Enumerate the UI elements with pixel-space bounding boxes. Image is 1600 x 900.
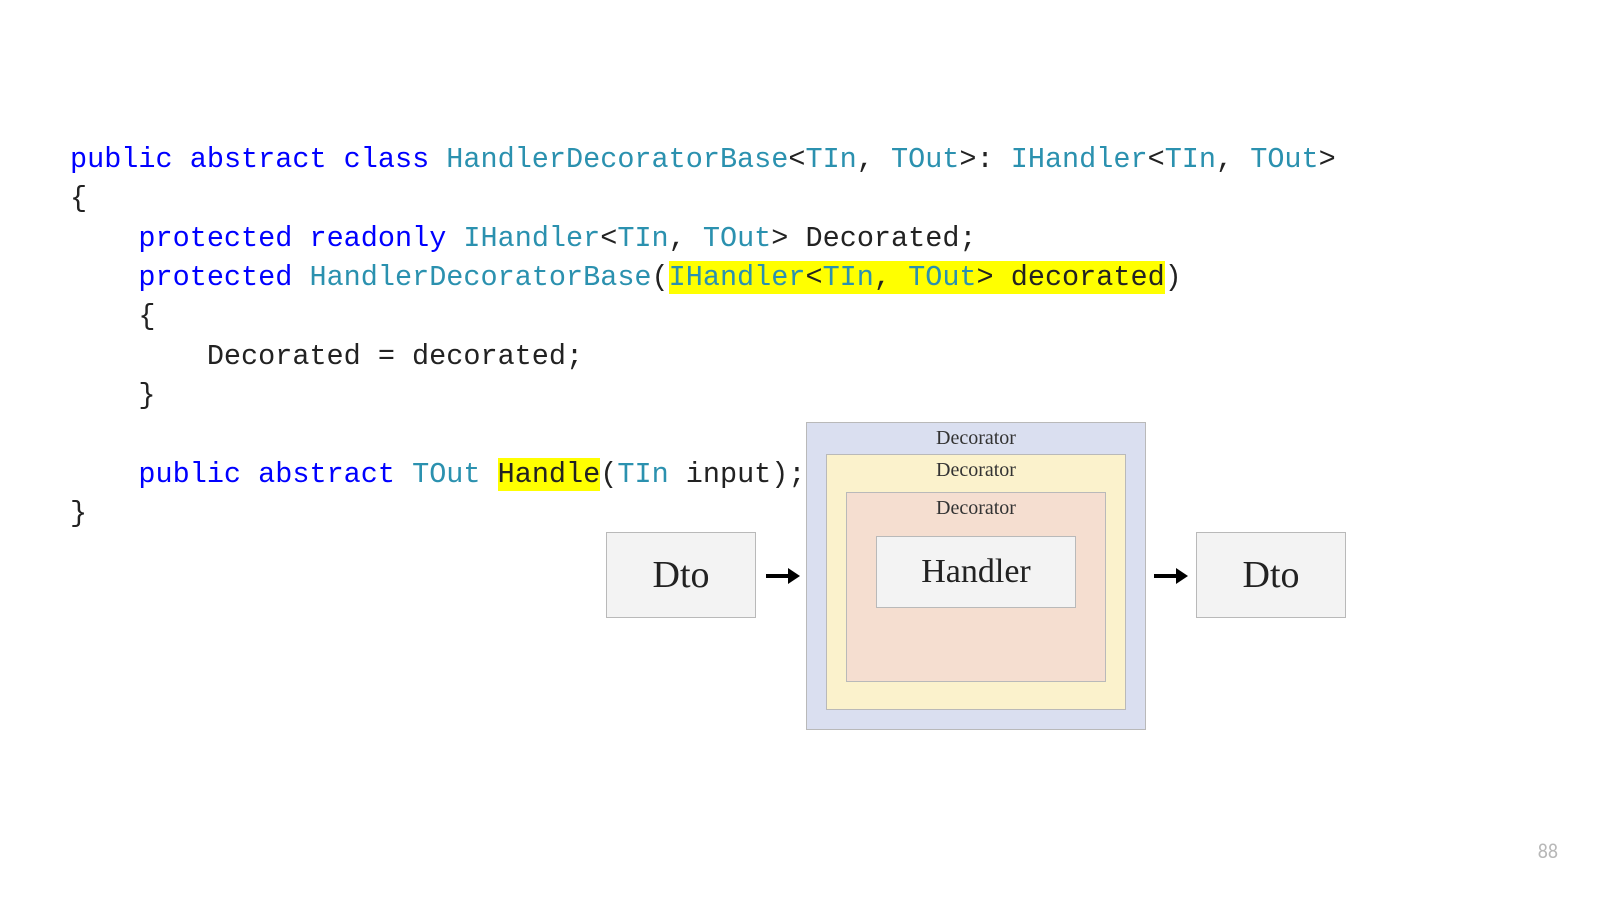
code-text: < — [805, 261, 822, 294]
code-text: < — [600, 222, 617, 255]
code-text: } — [138, 379, 155, 412]
code-text: Decorated; — [788, 222, 976, 255]
page-number: 88 — [1538, 840, 1558, 864]
code-text: ( — [652, 261, 669, 294]
code-text: { — [138, 300, 155, 333]
code-text: Decorated = decorated; — [207, 340, 583, 373]
code-text: ) — [1165, 261, 1182, 294]
code-text: } — [70, 497, 87, 530]
arrow-icon — [766, 568, 800, 584]
keyword-class: class — [344, 143, 430, 176]
decorator-inner-label: Decorator — [847, 497, 1105, 520]
handler-box: Handler — [876, 536, 1076, 608]
code-text: , — [669, 222, 703, 255]
code-text: , — [1216, 143, 1250, 176]
type-name: HandlerDecoratorBase — [446, 143, 788, 176]
code-text: < — [788, 143, 805, 176]
dto-in-label: Dto — [653, 553, 710, 597]
code-text: < — [1148, 143, 1165, 176]
code-text: , — [874, 261, 908, 294]
decorator-diagram: Dto Decorator Decorator Decorator Handle… — [606, 422, 1346, 732]
dto-in-box: Dto — [606, 532, 756, 618]
keyword-public: public — [138, 458, 241, 491]
keyword-public: public — [70, 143, 173, 176]
dto-out-box: Dto — [1196, 532, 1346, 618]
code-text: decorated — [994, 261, 1165, 294]
highlight-method: Handle — [498, 458, 601, 491]
handler-label: Handler — [877, 537, 1075, 607]
code-text: > — [771, 222, 788, 255]
keyword-abstract: abstract — [190, 143, 327, 176]
type-param: TOut — [891, 143, 959, 176]
type-param: TOut — [908, 261, 976, 294]
code-text: , — [857, 143, 891, 176]
code-text: > — [959, 143, 976, 176]
decorator-outer-label: Decorator — [807, 427, 1145, 450]
type-param: TIn — [805, 143, 856, 176]
arrow-icon — [1154, 568, 1188, 584]
keyword-protected: protected — [138, 222, 292, 255]
highlight-constructor-param: IHandler<TIn, TOut> decorated — [669, 261, 1165, 294]
dto-out-label: Dto — [1243, 553, 1300, 597]
type-param: TIn — [1165, 143, 1216, 176]
type-name: HandlerDecoratorBase — [309, 261, 651, 294]
keyword-protected: protected — [138, 261, 292, 294]
type-param: TOut — [703, 222, 771, 255]
type-param: TIn — [823, 261, 874, 294]
decorator-middle-label: Decorator — [827, 459, 1125, 482]
code-text: > — [1319, 143, 1336, 176]
type-param: TIn — [617, 222, 668, 255]
code-text: > — [977, 261, 994, 294]
code-text: : — [977, 143, 1011, 176]
slide: public abstract class HandlerDecoratorBa… — [0, 0, 1600, 900]
type-name: IHandler — [1011, 143, 1148, 176]
type-param: TOut — [412, 458, 480, 491]
type-param: TOut — [1250, 143, 1318, 176]
type-name: IHandler — [463, 222, 600, 255]
code-text: { — [70, 182, 87, 215]
keyword-readonly: readonly — [309, 222, 446, 255]
type-name: IHandler — [669, 261, 806, 294]
keyword-abstract: abstract — [258, 458, 395, 491]
